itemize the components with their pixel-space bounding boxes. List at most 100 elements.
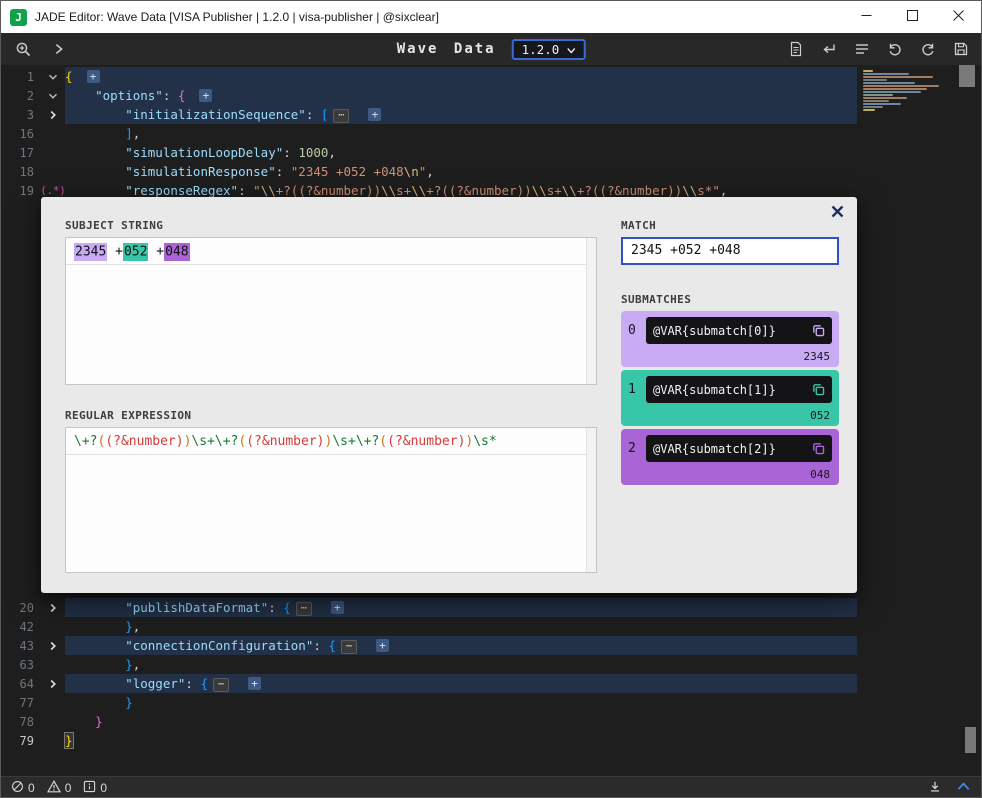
- errors-indicator[interactable]: 0: [11, 780, 35, 796]
- add-item-badge[interactable]: +: [331, 601, 344, 614]
- subject-string-input[interactable]: 2345 +052 +048: [65, 237, 597, 385]
- add-item-badge[interactable]: +: [87, 70, 100, 83]
- code-token: }: [125, 695, 133, 710]
- matched-bracket: }: [65, 733, 73, 748]
- regex-token: \+?: [74, 434, 97, 449]
- redo-icon[interactable]: [918, 39, 938, 59]
- titlebar: J JADE Editor: Wave Data [VISA Publisher…: [1, 1, 981, 33]
- add-item-badge[interactable]: +: [199, 89, 212, 102]
- document-name: Wave Data: [397, 41, 496, 57]
- code-token: ,: [328, 145, 336, 160]
- code-line-row: 17"simulationLoopDelay": 1000,: [1, 143, 981, 162]
- code-line[interactable]: },: [65, 655, 857, 674]
- copy-icon[interactable]: [812, 383, 825, 396]
- add-item-badge[interactable]: +: [376, 639, 389, 652]
- line-number: 63: [1, 658, 41, 672]
- align-lines-icon[interactable]: [852, 39, 872, 59]
- close-icon: [830, 204, 845, 222]
- line-number: 3: [1, 108, 41, 122]
- code-token: +?((?&number)): [577, 183, 682, 198]
- close-panel-button[interactable]: [828, 204, 846, 222]
- fold-expand-icon[interactable]: [41, 674, 65, 693]
- warnings-indicator[interactable]: 0: [47, 780, 72, 796]
- fold-collapse-icon[interactable]: [41, 86, 65, 105]
- match-label: MATCH: [621, 219, 656, 232]
- submatch-index: 0: [628, 323, 646, 338]
- folded-region-ellipsis[interactable]: ⋯: [333, 109, 349, 123]
- match-value-box: 2345 +052 +048: [621, 237, 839, 265]
- folded-region-ellipsis[interactable]: ⋯: [213, 678, 229, 692]
- line-number: 1: [1, 70, 41, 84]
- fold-gutter: [41, 617, 65, 636]
- code-token: "2345 +052 +048: [291, 164, 404, 179]
- code-line[interactable]: {+: [65, 67, 857, 86]
- warnings-count: 0: [65, 781, 72, 795]
- info-indicator[interactable]: 0: [83, 780, 107, 796]
- fold-collapse-icon[interactable]: [41, 67, 65, 86]
- submatch-card-1: 1@VAR{submatch[1]}052: [621, 370, 839, 426]
- code-line[interactable]: }: [65, 731, 857, 750]
- code-line[interactable]: "logger": {⋯+: [65, 674, 857, 693]
- chevron-up-icon[interactable]: [956, 780, 971, 796]
- code-line[interactable]: "options": {+: [65, 86, 857, 105]
- copy-icon[interactable]: [812, 442, 825, 455]
- code-token: ": [253, 183, 261, 198]
- add-item-badge[interactable]: +: [248, 677, 261, 690]
- close-button[interactable]: [935, 1, 981, 33]
- code-line[interactable]: "connectionConfiguration": {⋯+: [65, 636, 857, 655]
- submatch-variable-box: @VAR{submatch[0]}: [646, 317, 832, 344]
- save-icon[interactable]: [951, 39, 971, 59]
- fold-gutter: [41, 693, 65, 712]
- code-line[interactable]: "publishDataFormat": {⋯+: [65, 598, 857, 617]
- fold-gutter: [41, 143, 65, 162]
- folded-region-ellipsis[interactable]: ⋯: [296, 602, 312, 616]
- zoom-in-icon[interactable]: [13, 39, 33, 59]
- undo-icon[interactable]: [885, 39, 905, 59]
- scrollbar-thumb[interactable]: [959, 65, 975, 87]
- code-token: +?((?&number)): [276, 183, 381, 198]
- subject-text: +: [107, 244, 123, 259]
- maximize-icon: [907, 10, 918, 24]
- code-line[interactable]: }: [65, 712, 857, 731]
- code-line[interactable]: }: [65, 693, 857, 712]
- version-label: 1.2.0: [522, 42, 560, 57]
- chevron-right-icon[interactable]: [49, 39, 69, 59]
- scroll-down-icon[interactable]: [928, 780, 942, 797]
- code-token: :: [283, 145, 298, 160]
- code-line-row: 3"initializationSequence": [⋯+: [1, 105, 981, 124]
- regex-token: \s*: [473, 434, 496, 449]
- code-token: "responseRegex": [125, 183, 238, 198]
- code-line[interactable]: "simulationLoopDelay": 1000,: [65, 143, 857, 162]
- add-item-badge[interactable]: +: [368, 108, 381, 121]
- code-token: :: [163, 88, 178, 103]
- line-number: 42: [1, 620, 41, 634]
- close-icon: [953, 10, 964, 24]
- code-line[interactable]: "initializationSequence": [⋯+: [65, 105, 857, 124]
- code-line[interactable]: },: [65, 617, 857, 636]
- maximize-button[interactable]: [889, 1, 935, 33]
- code-line-row: 42},: [1, 617, 981, 636]
- fold-gutter: [41, 162, 65, 181]
- minimap[interactable]: [863, 70, 957, 112]
- folded-region-ellipsis[interactable]: ⋯: [341, 640, 357, 654]
- fold-expand-icon[interactable]: [41, 105, 65, 124]
- code-group-bottom: 20"publishDataFormat": {⋯+42},43"connect…: [1, 598, 981, 750]
- code-line[interactable]: ],: [65, 124, 857, 143]
- chevron-down-icon: [566, 42, 575, 57]
- regex-input[interactable]: \+?((?&number))\s+\+?((?&number))\s+\+?(…: [65, 427, 597, 573]
- version-dropdown[interactable]: 1.2.0: [512, 39, 586, 60]
- info-icon: [83, 780, 96, 796]
- fold-expand-icon[interactable]: [41, 636, 65, 655]
- code-line[interactable]: "simulationResponse": "2345 +052 +048\n"…: [65, 162, 857, 181]
- copy-icon[interactable]: [812, 324, 825, 337]
- code-line-row: 64"logger": {⋯+: [1, 674, 981, 693]
- fold-expand-icon[interactable]: [41, 598, 65, 617]
- code-token: ,: [133, 657, 141, 672]
- minimize-button[interactable]: [843, 1, 889, 33]
- code-token: "simulationLoopDelay": [125, 145, 283, 160]
- regex-token: \s+: [332, 434, 355, 449]
- minimap-line: [863, 76, 933, 78]
- return-icon[interactable]: [819, 39, 839, 59]
- document-icon[interactable]: [786, 39, 806, 59]
- code-token: "publishDataFormat": [125, 600, 268, 615]
